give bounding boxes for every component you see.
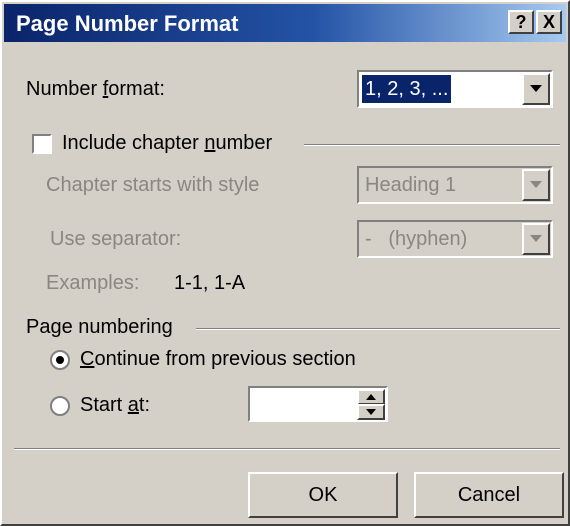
continue-from-previous-label[interactable]: Continue from previous section bbox=[80, 348, 356, 371]
start-at-label[interactable]: Start at: bbox=[80, 394, 150, 417]
dialog-title: Page Number Format bbox=[16, 11, 239, 36]
ok-button[interactable]: OK bbox=[248, 472, 398, 518]
close-icon: X bbox=[542, 12, 555, 32]
help-button[interactable]: ? bbox=[508, 10, 534, 34]
separator-dropdown-button[interactable] bbox=[522, 223, 550, 255]
chevron-down-icon bbox=[530, 181, 542, 188]
radio-selected-dot bbox=[56, 356, 64, 364]
separator-line bbox=[14, 448, 560, 450]
arrow-up-icon bbox=[366, 394, 376, 400]
separator-value: - (hyphen) bbox=[365, 228, 468, 250]
include-chapter-number-checkbox[interactable] bbox=[32, 134, 52, 154]
use-separator-label: Use separator: bbox=[50, 228, 182, 250]
number-format-label: Number format: bbox=[26, 78, 165, 100]
start-at-spinner[interactable] bbox=[248, 386, 388, 422]
chevron-down-icon bbox=[530, 235, 542, 242]
cancel-button[interactable]: Cancel bbox=[414, 472, 564, 518]
arrow-down-icon bbox=[366, 409, 376, 415]
continue-from-previous-radio[interactable] bbox=[50, 350, 70, 370]
examples-label: Examples: bbox=[46, 272, 140, 294]
chapter-group-line bbox=[304, 144, 560, 146]
close-button[interactable]: X bbox=[536, 10, 562, 34]
start-at-radio[interactable] bbox=[50, 396, 70, 416]
chevron-down-icon bbox=[530, 85, 542, 92]
title-bar[interactable]: Page Number Format ? X bbox=[4, 4, 566, 42]
page-numbering-group-label: Page numbering bbox=[26, 316, 173, 338]
page-numbering-group-line bbox=[196, 328, 560, 330]
separator-dropdown[interactable]: - (hyphen) bbox=[357, 220, 553, 258]
chapter-starts-label: Chapter starts with style bbox=[46, 174, 260, 196]
number-format-value: 1, 2, 3, ... bbox=[362, 75, 452, 103]
page-number-format-dialog: Page Number Format ? X Number format: 1,… bbox=[0, 0, 570, 526]
spin-up-button[interactable] bbox=[357, 389, 385, 405]
help-icon: ? bbox=[515, 12, 527, 32]
include-chapter-number-label[interactable]: Include chapter number bbox=[62, 132, 272, 155]
chapter-style-dropdown-button[interactable] bbox=[522, 169, 550, 201]
number-format-dropdown-button[interactable] bbox=[522, 73, 550, 105]
chapter-style-dropdown[interactable]: Heading 1 bbox=[357, 166, 553, 204]
spin-down-button[interactable] bbox=[357, 404, 385, 420]
examples-value: 1-1, 1-A bbox=[174, 272, 246, 294]
chapter-style-value: Heading 1 bbox=[365, 174, 457, 196]
number-format-dropdown[interactable]: 1, 2, 3, ... bbox=[357, 70, 553, 108]
